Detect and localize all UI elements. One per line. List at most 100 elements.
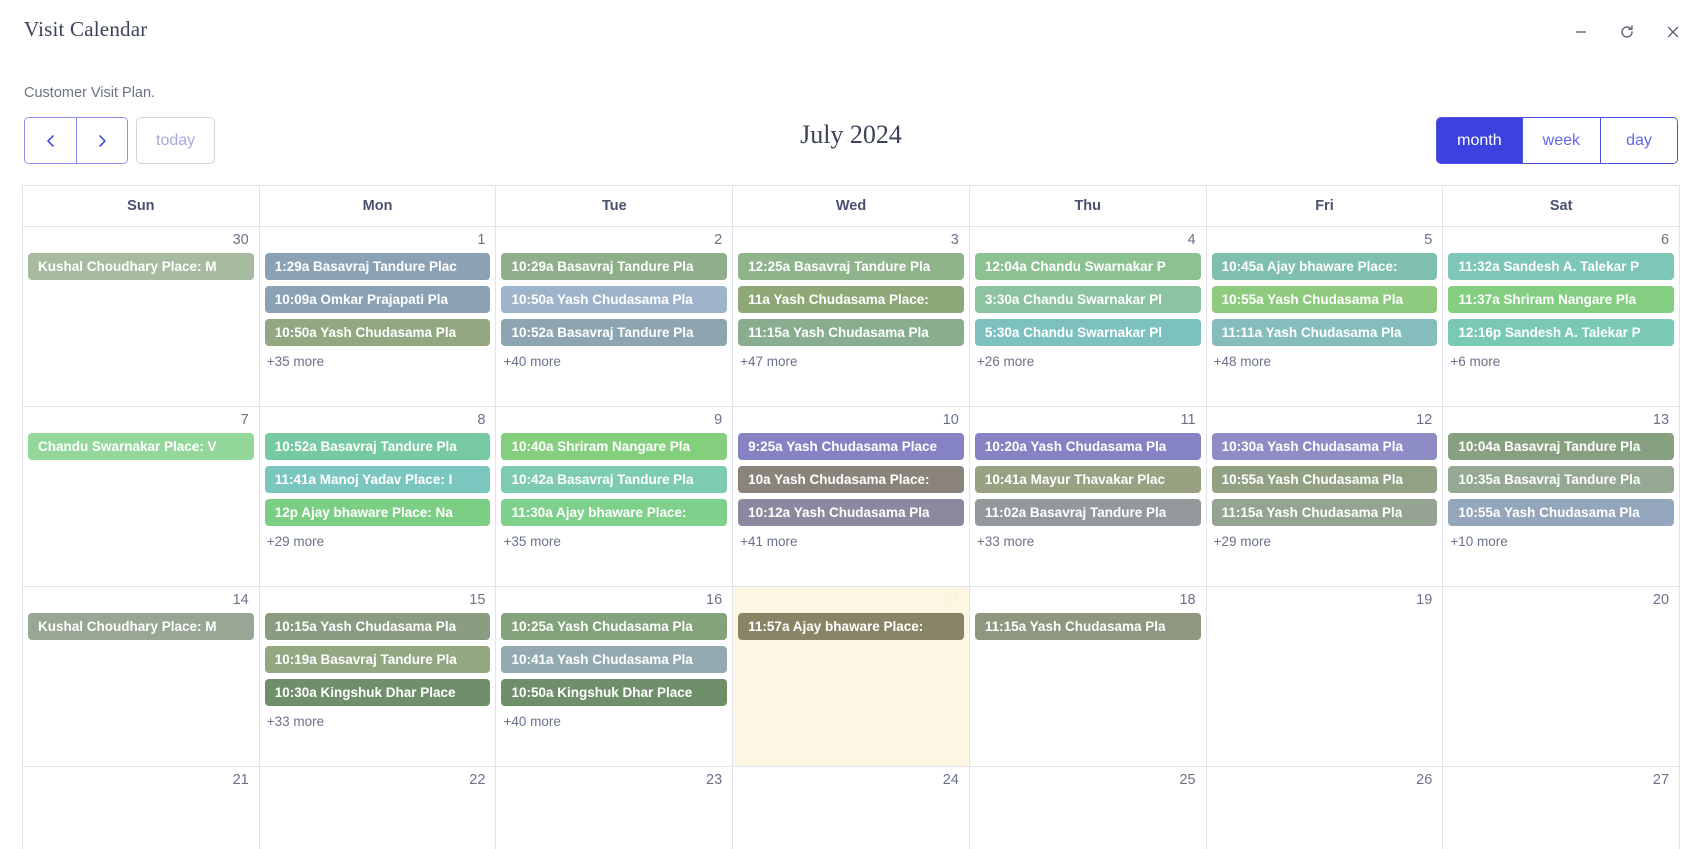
day-cell[interactable]: 20 <box>1443 587 1680 767</box>
day-cell[interactable]: 8 10:52a Basavraj Tandure Pla 11:41a Manoj… <box>259 407 497 587</box>
more-events-link[interactable]: +35 more <box>265 354 491 369</box>
calendar-event[interactable]: 10:50a Yash Chudasama Pla <box>264 318 491 346</box>
calendar-event[interactable]: 10:20a Yash Chudasama Pla <box>974 432 1201 460</box>
day-cell[interactable]: 23 <box>496 767 734 849</box>
calendar-event[interactable]: 10:29a Basavraj Tandure Pla <box>501 252 728 280</box>
calendar-event[interactable]: 10:41a Mayur Thavakar Plac <box>974 465 1201 493</box>
day-number[interactable]: 17 <box>738 591 964 613</box>
calendar-event[interactable]: 10:55a Yash Chudasama Pla <box>1211 465 1438 493</box>
day-cell[interactable]: 9 10:40a Shriram Nangare Pla 10:42a Basavr… <box>496 407 734 587</box>
more-events-link[interactable]: +10 more <box>1448 534 1674 549</box>
day-cell[interactable]: 24 <box>733 767 970 849</box>
reload-button[interactable] <box>1614 19 1640 45</box>
calendar-event[interactable]: 11a Yash Chudasama Place: <box>738 285 964 313</box>
calendar-event[interactable]: 10:30a Yash Chudasama Pla <box>1211 432 1438 460</box>
more-events-link[interactable]: +29 more <box>1212 534 1438 549</box>
day-cell[interactable]: 17 11:57a Ajay bhaware Place: <box>733 587 970 767</box>
calendar-event[interactable]: 12:25a Basavraj Tandure Pla <box>738 252 964 280</box>
calendar-event[interactable]: Kushal Choudhary Place: M <box>28 252 254 280</box>
more-events-link[interactable]: +6 more <box>1448 354 1674 369</box>
calendar-event[interactable]: Chandu Swarnakar Place: V <box>28 432 254 460</box>
more-events-link[interactable]: +35 more <box>501 534 727 549</box>
calendar-event[interactable]: 10:52a Basavraj Tandure Pla <box>501 318 728 346</box>
calendar-event[interactable]: 11:15a Yash Chudasama Pla <box>974 612 1201 640</box>
day-number[interactable]: 21 <box>28 771 254 793</box>
day-number[interactable]: 20 <box>1448 591 1674 613</box>
day-cell[interactable]: 27 <box>1443 767 1680 849</box>
view-button-day[interactable]: day <box>1600 118 1677 163</box>
day-cell[interactable]: 15 10:15a Yash Chudasama Pla 10:19a Basavr… <box>259 587 497 767</box>
day-number[interactable]: 24 <box>738 771 964 793</box>
calendar-event[interactable]: 3:30a Chandu Swarnakar Pl <box>974 285 1201 313</box>
day-cell[interactable]: 14 Kushal Choudhary Place: M <box>23 587 260 767</box>
day-number[interactable]: 9 <box>501 411 727 433</box>
calendar-event[interactable]: 10:35a Basavraj Tandure Pla <box>1448 465 1675 493</box>
more-events-link[interactable]: +48 more <box>1212 354 1438 369</box>
calendar-event[interactable]: 10:50a Yash Chudasama Pla <box>501 285 728 313</box>
day-cell[interactable]: 10 9:25a Yash Chudasama Place 10a Yash Chu… <box>733 407 970 587</box>
calendar-event[interactable]: 10:30a Kingshuk Dhar Place <box>264 678 491 706</box>
day-cell[interactable]: 22 <box>259 767 497 849</box>
calendar-event[interactable]: 10:55a Yash Chudasama Pla <box>1211 285 1438 313</box>
calendar-event[interactable]: 12:04a Chandu Swarnakar P <box>974 252 1201 280</box>
day-number[interactable]: 14 <box>28 591 254 613</box>
day-number[interactable]: 27 <box>1448 771 1674 793</box>
calendar-event[interactable]: 11:37a Shriram Nangare Pla <box>1448 285 1675 313</box>
minimize-button[interactable] <box>1568 19 1594 45</box>
more-events-link[interactable]: +29 more <box>265 534 491 549</box>
day-number[interactable]: 30 <box>28 231 254 253</box>
calendar-event[interactable]: 10:45a Ajay bhaware Place: <box>1211 252 1438 280</box>
calendar-event[interactable]: 11:02a Basavraj Tandure Pla <box>974 498 1201 526</box>
day-cell[interactable]: 25 <box>969 767 1207 849</box>
calendar-event[interactable]: 11:15a Yash Chudasama Pla <box>738 318 964 346</box>
day-number[interactable]: 16 <box>501 591 727 613</box>
day-cell[interactable]: 16 10:25a Yash Chudasama Pla 10:41a Yash C… <box>496 587 734 767</box>
calendar-event[interactable]: 10:50a Kingshuk Dhar Place <box>501 678 728 706</box>
calendar-event[interactable]: 10:04a Basavraj Tandure Pla <box>1448 432 1675 460</box>
day-number[interactable]: 4 <box>975 231 1201 253</box>
calendar-event[interactable]: 11:57a Ajay bhaware Place: <box>738 612 964 640</box>
more-events-link[interactable]: +40 more <box>501 354 727 369</box>
day-cell[interactable]: 21 <box>23 767 260 849</box>
calendar-event[interactable]: 10:25a Yash Chudasama Pla <box>501 612 728 640</box>
calendar-event[interactable]: 10:42a Basavraj Tandure Pla <box>501 465 728 493</box>
day-cell[interactable]: 2 10:29a Basavraj Tandure Pla 10:50a Yash … <box>496 227 734 407</box>
day-cell[interactable]: 13 10:04a Basavraj Tandure Pla 10:35a Basa… <box>1443 407 1680 587</box>
day-cell[interactable]: 30 Kushal Choudhary Place: M <box>23 227 260 407</box>
calendar-event[interactable]: 10:41a Yash Chudasama Pla <box>501 645 728 673</box>
day-cell[interactable]: 5 10:45a Ajay bhaware Place: 10:55a Yash C… <box>1206 227 1444 407</box>
day-number[interactable]: 6 <box>1448 231 1674 253</box>
close-button[interactable] <box>1660 19 1686 45</box>
more-events-link[interactable]: +26 more <box>975 354 1201 369</box>
day-number[interactable]: 3 <box>738 231 964 253</box>
day-cell[interactable]: 11 10:20a Yash Chudasama Pla 10:41a Mayur … <box>969 407 1207 587</box>
calendar-event[interactable]: 10:40a Shriram Nangare Pla <box>501 432 728 460</box>
day-number[interactable]: 7 <box>28 411 254 433</box>
day-number[interactable]: 12 <box>1212 411 1438 433</box>
day-cell[interactable]: 12 10:30a Yash Chudasama Pla 10:55a Yash C… <box>1206 407 1444 587</box>
day-cell[interactable]: 4 12:04a Chandu Swarnakar P 3:30a Chandu S… <box>969 227 1207 407</box>
calendar-event[interactable]: 11:32a Sandesh A. Talekar P <box>1448 252 1675 280</box>
day-number[interactable]: 13 <box>1448 411 1674 433</box>
calendar-event[interactable]: 11:11a Yash Chudasama Pla <box>1211 318 1438 346</box>
calendar-event[interactable]: 9:25a Yash Chudasama Place <box>738 432 964 460</box>
day-number[interactable]: 25 <box>975 771 1201 793</box>
calendar-event[interactable]: 1:29a Basavraj Tandure Plac <box>264 252 491 280</box>
day-cell[interactable]: 1 1:29a Basavraj Tandure Plac 10:09a Omkar… <box>259 227 497 407</box>
day-cell[interactable]: 7 Chandu Swarnakar Place: V <box>23 407 260 587</box>
day-cell[interactable]: 19 <box>1206 587 1444 767</box>
day-number[interactable]: 26 <box>1212 771 1438 793</box>
more-events-link[interactable]: +33 more <box>975 534 1201 549</box>
day-number[interactable]: 10 <box>738 411 964 433</box>
calendar-event[interactable]: 10:15a Yash Chudasama Pla <box>264 612 491 640</box>
more-events-link[interactable]: +33 more <box>265 714 491 729</box>
day-number[interactable]: 15 <box>265 591 491 613</box>
calendar-event[interactable]: 10:19a Basavraj Tandure Pla <box>264 645 491 673</box>
calendar-event[interactable]: Kushal Choudhary Place: M <box>28 612 254 640</box>
calendar-event[interactable]: 12:16p Sandesh A. Talekar P <box>1448 318 1675 346</box>
day-cell[interactable]: 3 12:25a Basavraj Tandure Pla 11a Yash Chu… <box>733 227 970 407</box>
calendar-event[interactable]: 11:30a Ajay bhaware Place: <box>501 498 728 526</box>
calendar-event[interactable]: 5:30a Chandu Swarnakar Pl <box>974 318 1201 346</box>
day-number[interactable]: 8 <box>265 411 491 433</box>
day-number[interactable]: 19 <box>1212 591 1438 613</box>
